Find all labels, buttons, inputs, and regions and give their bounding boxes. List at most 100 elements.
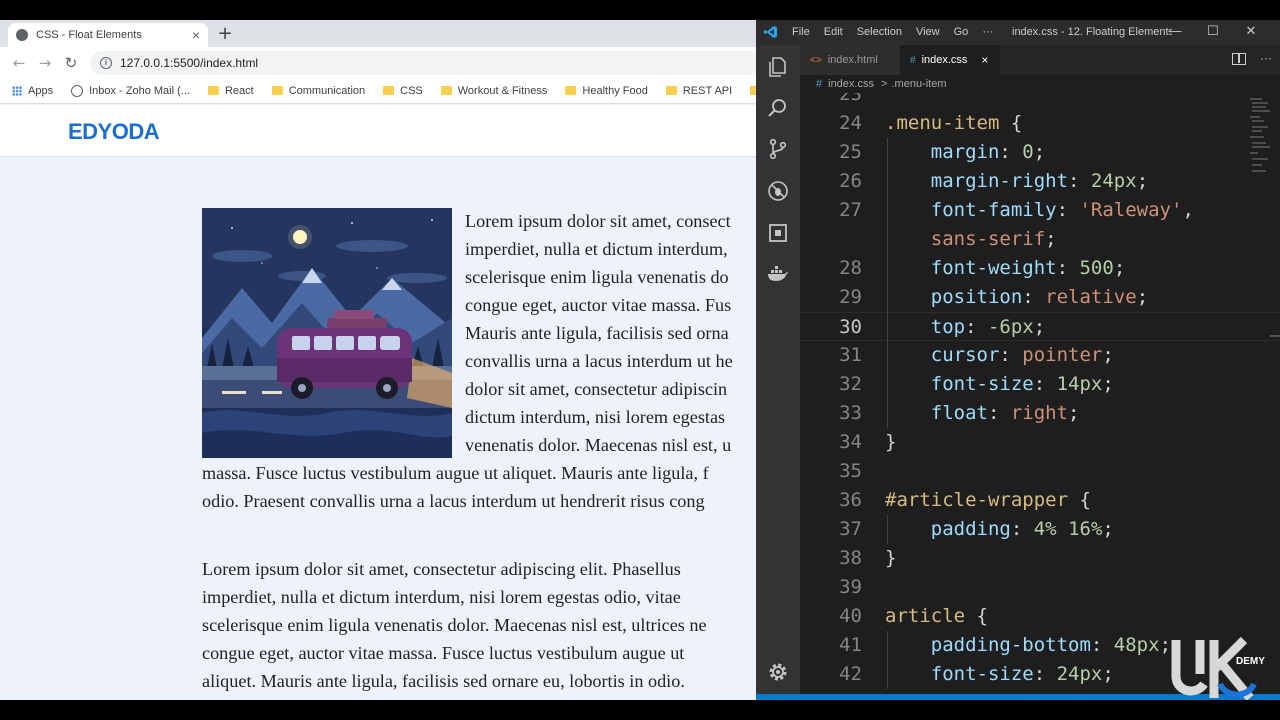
code-token: { [1068, 489, 1091, 511]
code-line[interactable]: sans-serif; [800, 225, 1280, 254]
info-icon[interactable]: i [100, 57, 112, 69]
code-line[interactable]: 32 font-size: 14px; [800, 370, 1280, 399]
code-line[interactable]: 28 font-weight: 500; [800, 254, 1280, 283]
code-line[interactable]: 25 margin: 0; [800, 138, 1280, 167]
code-token: 14px [1056, 373, 1103, 395]
line-number: 40 [839, 605, 862, 627]
code-token: ; [1102, 373, 1114, 395]
tab-close-icon[interactable]: × [981, 53, 988, 67]
close-window-icon[interactable]: ✕ [1232, 23, 1270, 39]
docker-icon[interactable] [766, 262, 790, 286]
bookmark-item[interactable]: REST API [665, 85, 732, 97]
source-control-icon[interactable] [766, 137, 790, 161]
code-line[interactable]: 29 position: relative; [800, 283, 1280, 312]
url-text: 127.0.0.1:5500/index.html [120, 56, 259, 70]
menu-item[interactable]: Edit [824, 26, 843, 38]
extensions-icon[interactable] [766, 221, 790, 245]
bookmark-item[interactable]: Workout & Fitness [440, 84, 548, 97]
code-token: right [1010, 402, 1069, 424]
menu-item[interactable]: File [792, 26, 810, 38]
line-number: 34 [839, 431, 862, 453]
code-text: article { [885, 602, 988, 631]
code-token: { [999, 112, 1023, 134]
code-token: : [987, 402, 1011, 424]
debug-icon[interactable] [766, 179, 790, 203]
code-token: article [885, 605, 966, 627]
browser-tab-active[interactable]: CSS - Float Elements × [8, 23, 208, 47]
bookmark-item[interactable]: Healthy Food [565, 85, 648, 97]
code-line[interactable]: 37 padding: 4% 16%; [800, 515, 1280, 544]
line-number: 35 [839, 460, 862, 482]
code-editor[interactable]: 23 24 .menu-item {25 margin: 0; 26 margin-r… [800, 93, 1280, 700]
line-number: 29 [839, 286, 862, 308]
bookmark-item[interactable]: Inbox - Zoho Mail (... [71, 84, 190, 97]
menu-item[interactable]: ··· [982, 26, 993, 38]
reload-icon[interactable]: ↻ [58, 54, 84, 72]
settings-gear-icon[interactable] [766, 660, 790, 684]
tab-close-icon[interactable]: × [192, 27, 200, 43]
code-token: 24px [1056, 663, 1103, 685]
code-line[interactable]: 31 cursor: pointer; [800, 341, 1280, 370]
code-token: : [1056, 257, 1080, 279]
bookmark-label: Workout & Fitness [457, 84, 548, 97]
code-token: font-size [885, 663, 1034, 685]
code-line[interactable]: 35 [800, 457, 1280, 486]
vscode-window: File Edit Selection View Go ··· index.css - 1… [756, 20, 1280, 700]
code-line[interactable]: 36 #article-wrapper { [800, 486, 1280, 515]
code-line[interactable]: 38} [800, 544, 1280, 573]
text-line: scelerisque enim ligula venenatis do [465, 267, 729, 287]
more-actions-icon[interactable]: ··· [1260, 51, 1272, 65]
code-line[interactable]: 30 top: -6px; [800, 312, 1280, 341]
html-file-icon: <> [810, 54, 822, 66]
bookmark-item[interactable]: Communication [271, 85, 365, 97]
folder-icon [271, 86, 283, 95]
breadcrumb-symbol[interactable]: .menu-item [891, 78, 946, 90]
search-icon[interactable] [766, 96, 790, 120]
css-file-icon: # [910, 54, 916, 66]
code-text: font-size: 14px; [885, 370, 1114, 399]
code-line[interactable]: 24 .menu-item { [800, 109, 1280, 138]
address-bar[interactable]: i 127.0.0.1:5500/index.html [90, 51, 756, 75]
code-text: .menu-item { [885, 109, 1022, 138]
bookmark-item[interactable]: CSS [383, 85, 423, 97]
maximize-icon[interactable]: ☐ [1194, 23, 1232, 39]
new-tab-button[interactable]: + [214, 23, 236, 45]
code-line[interactable]: 34} [800, 428, 1280, 457]
text-line: aliquet. Mauris ante ligula, facilisis s… [202, 671, 685, 691]
code-line[interactable]: 23 [800, 93, 1280, 109]
code-token: : [1033, 663, 1057, 685]
code-line[interactable]: 27 font-family: 'Raleway', [800, 196, 1280, 225]
bookmark-item[interactable]: Apps [12, 85, 53, 97]
bookmark-item[interactable]: React [207, 85, 254, 97]
scrollbar[interactable] [1270, 335, 1280, 337]
back-arrow-icon[interactable]: ← [6, 54, 32, 72]
van-night-illustration [202, 208, 452, 458]
code-token: top [885, 316, 966, 338]
minimap[interactable] [1250, 95, 1272, 185]
code-token: , [1182, 199, 1194, 221]
udemy-watermark-logo [1171, 636, 1257, 700]
menu-item[interactable]: Go [954, 26, 969, 38]
code-line[interactable]: 39 [800, 573, 1280, 602]
minimize-icon[interactable]: — [1156, 23, 1194, 39]
code-token: 'Raleway' [1079, 199, 1183, 221]
forward-arrow-icon[interactable]: → [32, 54, 58, 72]
line-number: 23 [839, 93, 862, 105]
menu-item[interactable]: Selection [857, 26, 902, 38]
code-text: } [885, 428, 896, 457]
text-line: congue eget, auctor vitae massa. Fusce l… [202, 643, 685, 663]
split-editor-icon[interactable] [1232, 53, 1246, 65]
code-token: padding-bottom [885, 634, 1091, 656]
tab-index-html[interactable]: <> index.html [800, 45, 900, 75]
explorer-files-icon[interactable] [766, 55, 790, 79]
chevron-right-icon: > [881, 78, 888, 90]
line-number: 31 [839, 344, 862, 366]
code-line[interactable]: 26 margin-right: 24px; [800, 167, 1280, 196]
code-line[interactable]: 40 article { [800, 602, 1280, 631]
breadcrumb-file[interactable]: index.css [828, 78, 874, 90]
code-line[interactable]: 33 float: right; [800, 399, 1280, 428]
window-controls: — ☐ ✕ [1156, 23, 1270, 39]
tab-index-css[interactable]: # index.css × [900, 45, 1000, 75]
edyoda-logo[interactable]: EDYODA [68, 119, 160, 145]
menu-item[interactable]: View [916, 26, 940, 38]
